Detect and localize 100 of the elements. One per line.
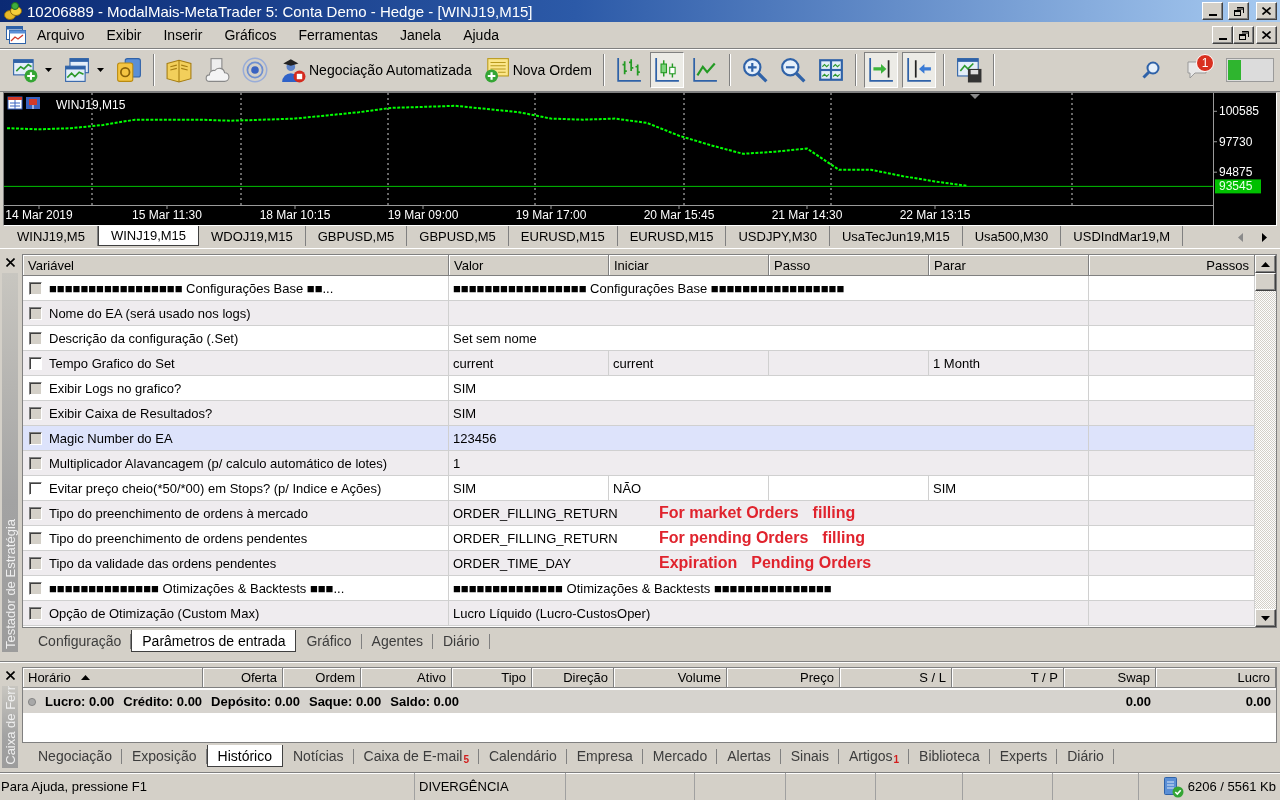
parameter-name: ■■■■■■■■■■■■■■ Otimizações & Backtests ■■■... — [49, 580, 345, 596]
panel-tab[interactable]: Exposição — [121, 745, 207, 767]
close-button[interactable] — [1256, 2, 1277, 20]
parameter-value: ■■■■■■■■■■■■■■ Otimizações & Backtests ■■■■■■■■■■■■■■■ — [453, 580, 832, 596]
auto-trading-button[interactable]: Negociação Automatizada — [276, 52, 476, 88]
parameter-value: 123456 — [453, 430, 497, 446]
column-header[interactable]: Ordem — [283, 668, 361, 688]
chart-tab[interactable]: EURUSD,M15 — [508, 226, 618, 246]
column-header[interactable]: S / L — [840, 668, 952, 688]
scrollbar-thumb[interactable] — [1255, 273, 1276, 291]
chart-tab[interactable]: UsaTecJun19,M15 — [829, 226, 963, 246]
parameter-name: Tipo do preenchimento de ordens à mercado — [49, 505, 308, 521]
scroll-down-button[interactable] — [1255, 609, 1276, 627]
chart-tab[interactable]: WDOJ19,M15 — [199, 226, 306, 246]
table-row[interactable]: Tempo Grafico do Set current current 1 Month — [23, 351, 1255, 376]
column-header[interactable]: Direção — [532, 668, 614, 688]
menu-item[interactable]: Ferramentas — [287, 24, 389, 46]
chart-tab[interactable]: WINJ19,M5 — [5, 226, 98, 246]
axis-label: 20 Mar 15:45 — [643, 208, 715, 222]
panel-tab[interactable]: Empresa — [566, 745, 643, 767]
document-chart-icon — [6, 26, 26, 44]
column-header[interactable]: Horário — [23, 668, 203, 688]
close-button[interactable] — [1256, 26, 1277, 44]
annotation-text: Expiration — [659, 554, 738, 572]
auto-scroll-button[interactable] — [864, 52, 899, 88]
panel-tab[interactable]: Calendário — [478, 745, 567, 767]
column-header[interactable]: Valor — [449, 255, 609, 276]
chart-tab[interactable]: USDIndMar19,M — [1061, 226, 1184, 246]
column-header[interactable]: Preço — [727, 668, 840, 688]
column-header[interactable]: Parar — [929, 255, 1089, 276]
restore-button[interactable] — [1228, 2, 1249, 20]
panel-tab[interactable]: Parâmetros de entrada — [131, 630, 297, 652]
panel-tab[interactable]: Mercado — [642, 745, 718, 767]
panel-tab[interactable]: Diário — [433, 630, 490, 652]
restore-button[interactable] — [1233, 26, 1254, 44]
table-row[interactable]: Evitar preço cheio(*50/*00) em Stops? (p/ Indice e Ações) SIM NÃO SIM — [23, 476, 1255, 501]
parameter-value: ■■■■■■■■■■■■■■■■■ Configurações Base ■■■■■■■■■■■■■■■■■ — [453, 280, 845, 296]
menu-item[interactable]: Arquivo — [26, 24, 96, 46]
panel-tab[interactable]: Configuração — [28, 630, 132, 652]
column-header[interactable]: Lucro — [1156, 668, 1276, 688]
candlestick-button[interactable] — [650, 52, 685, 88]
chart-tab[interactable]: Usa500,M30 — [962, 226, 1062, 246]
column-header[interactable]: Variável — [23, 255, 449, 276]
panel-tab[interactable]: Histórico — [206, 745, 283, 767]
menu-item[interactable]: Inserir — [152, 24, 214, 46]
scroll-up-button[interactable] — [1255, 255, 1276, 273]
annotation-text: For pending Orders — [659, 529, 809, 547]
panel-tab[interactable]: Sinais — [780, 745, 839, 767]
column-header[interactable]: Swap — [1064, 668, 1156, 688]
panel-tab[interactable]: Agentes — [361, 630, 433, 652]
parameter-name: Opção de Otimização (Custom Max) — [49, 605, 260, 621]
notepad-plus-icon — [483, 57, 510, 83]
chart-tab[interactable]: EURUSD,M15 — [617, 226, 727, 246]
column-header[interactable]: Iniciar — [609, 255, 769, 276]
chart-tab[interactable]: WINJ19,M15 — [97, 226, 200, 246]
column-header[interactable]: Ativo — [361, 668, 452, 688]
column-header[interactable]: Passos — [1089, 255, 1255, 276]
column-header[interactable]: Volume — [614, 668, 727, 688]
checkbox[interactable] — [29, 356, 42, 370]
minimize-button[interactable] — [1202, 2, 1223, 20]
column-header[interactable]: Oferta — [203, 668, 283, 688]
search-button[interactable] — [1140, 59, 1162, 81]
chart-tab[interactable]: GBPUSD,M5 — [305, 226, 408, 246]
menu-item[interactable]: Janela — [388, 24, 453, 46]
panel-tab[interactable]: Gráfico — [296, 630, 362, 652]
close-icon — [1262, 7, 1271, 15]
restore-icon — [1233, 6, 1244, 16]
panel-title: Caixa de Ferr — [2, 686, 18, 767]
minimize-button[interactable] — [1212, 26, 1233, 44]
menu-item[interactable]: Ajuda — [452, 24, 510, 46]
panel-tab[interactable]: Alertas — [717, 745, 781, 767]
panel-tab[interactable]: Negociação — [28, 745, 122, 767]
summary-text: Crédito: 0.00 — [123, 694, 203, 709]
menu-item[interactable]: Exibir — [95, 24, 153, 46]
panel-tab[interactable]: Experts — [989, 745, 1058, 767]
window-title: 10206889 - ModalMais-MetaTrader 5: Conta Demo - Hedge - [WINJ19,M15] — [27, 2, 533, 20]
parameter-name: Multiplicador Alavancagem (p/ calculo automático de lotes) — [49, 455, 388, 471]
column-header[interactable]: T / P — [952, 668, 1064, 688]
menu-item[interactable]: Gráficos — [213, 24, 288, 46]
window-chart-icon — [64, 57, 90, 83]
panel-tab[interactable]: Notícias — [283, 745, 354, 767]
profit-total: 0.00 — [1245, 694, 1271, 709]
new-order-button[interactable]: Nova Ordem — [479, 52, 597, 88]
triangle-left-icon — [1237, 232, 1243, 242]
chart-tab[interactable]: GBPUSD,M5 — [407, 226, 509, 246]
chart-shift-button[interactable] — [902, 52, 937, 88]
person-stop-icon — [280, 57, 306, 83]
axis-label: 14 Mar 2019 — [5, 208, 73, 222]
start-value: NÃO — [613, 480, 642, 496]
parameter-name: Magic Number do EA — [49, 430, 173, 446]
tile-windows-icon — [818, 57, 845, 83]
parameter-value: Lucro Líquido (Lucro-CustosOper) — [453, 605, 651, 621]
panel-tab[interactable]: Biblioteca — [909, 745, 990, 767]
column-header[interactable]: Tipo — [452, 668, 532, 688]
chart-tab[interactable]: USDJPY,M30 — [726, 226, 830, 246]
summary-text: Saldo: 0.00 — [390, 694, 459, 709]
panel-tab[interactable]: Diário — [1057, 745, 1114, 767]
price-tag: 93545 — [1215, 179, 1261, 194]
start-value: current — [613, 355, 654, 371]
column-header[interactable]: Passo — [769, 255, 929, 276]
